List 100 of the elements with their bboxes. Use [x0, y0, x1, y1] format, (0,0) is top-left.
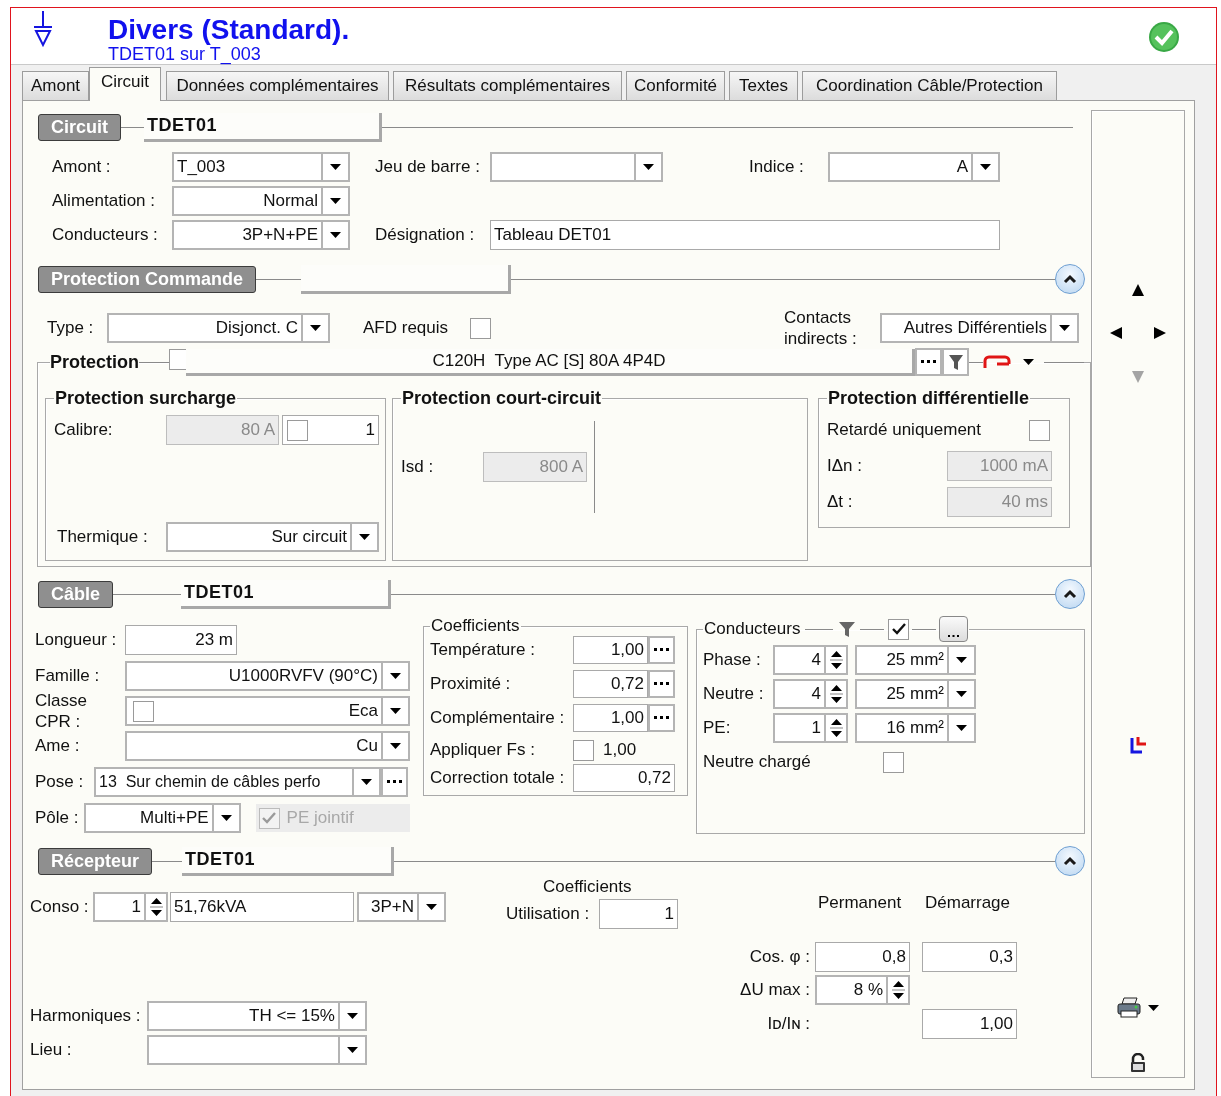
spinner-field[interactable]: 4: [773, 679, 848, 709]
caret-icon: [980, 164, 991, 170]
caret-icon: [1148, 1005, 1159, 1011]
collapse-button[interactable]: [1055, 846, 1085, 876]
field-label: Amont :: [52, 157, 112, 177]
collapse-button[interactable]: [1055, 264, 1085, 294]
field-label: Ame :: [35, 736, 81, 756]
section-name: TDET01: [181, 579, 392, 609]
field-label: Pose :: [35, 772, 85, 792]
dropdown[interactable]: U1000RVFV (90°C): [125, 661, 410, 691]
field-label: Lieu :: [30, 1040, 73, 1060]
ground-symbol-icon: [33, 11, 53, 47]
caret-icon: [390, 743, 401, 749]
field-label: Type :: [47, 318, 95, 338]
tab[interactable]: Circuit: [89, 67, 161, 101]
checkbox[interactable]: [888, 618, 910, 640]
group-title: Conducteurs: [704, 619, 801, 639]
tab[interactable]: Textes: [729, 71, 798, 100]
tab[interactable]: Résultats complémentaires: [393, 71, 622, 100]
more-button[interactable]: [648, 636, 675, 664]
dots-icon: [654, 682, 669, 686]
chevron-icon: [1062, 854, 1078, 868]
field-label: Thermique :: [57, 527, 149, 547]
text-field[interactable]: 1,00: [573, 636, 648, 664]
field-label: Contacts indirects :: [784, 307, 858, 349]
caret-icon: [1023, 359, 1034, 365]
section-badge: Protection Commande: [38, 265, 257, 293]
spinner-field[interactable]: 4: [773, 645, 848, 675]
caret-icon: [643, 164, 654, 170]
field-value: 1,00: [603, 740, 637, 760]
text-field[interactable]: 0,72: [573, 764, 675, 792]
field-label: Indice :: [749, 157, 805, 177]
field-label: Désignation :: [375, 225, 476, 245]
dropdown[interactable]: 16 mm²: [855, 713, 976, 743]
tab[interactable]: Coordination Câble/Protection: [802, 71, 1057, 100]
dropdown[interactable]: 3P+N: [357, 892, 446, 922]
field-label: ΔU max :: [739, 980, 810, 1000]
more-button[interactable]: [648, 670, 675, 698]
spinner-field[interactable]: 8 %: [815, 975, 910, 1005]
dropdown[interactable]: 25 mm²: [855, 645, 976, 675]
section-badge: Circuit: [38, 113, 121, 141]
up-arrow-icon[interactable]: [1132, 284, 1144, 296]
text-field[interactable]: 51,76kVA: [170, 892, 354, 922]
more-button[interactable]: [915, 348, 942, 376]
dropdown[interactable]: A: [828, 152, 1000, 182]
collapse-button[interactable]: [1055, 579, 1085, 609]
chevron-icon: [1062, 587, 1078, 601]
field-label: Conducteurs :: [52, 225, 159, 245]
dropdown[interactable]: Sur circuit: [166, 522, 379, 552]
spinner-field[interactable]: 1: [93, 892, 168, 922]
tab[interactable]: Conformité: [626, 71, 725, 100]
text-field[interactable]: 0,72: [573, 670, 648, 698]
dropdown[interactable]: Autres Différentiels: [880, 313, 1079, 343]
text-field[interactable]: 0,8: [815, 942, 910, 972]
lock-icon[interactable]: [1130, 1053, 1146, 1073]
dropdown[interactable]: TH <= 15%: [147, 1001, 367, 1031]
check-icon: [262, 812, 277, 824]
dropdown[interactable]: Cu: [125, 731, 410, 761]
dropdown[interactable]: T_003: [172, 152, 350, 182]
field-label: Harmoniques :: [30, 1006, 142, 1026]
checkbox[interactable]: [883, 751, 904, 773]
checkbox[interactable]: [470, 317, 491, 339]
dots-icon: [654, 648, 669, 652]
tab[interactable]: Amont: [22, 71, 89, 100]
checkbox[interactable]: [573, 739, 594, 761]
caret-icon: [347, 1013, 358, 1019]
tab[interactable]: Données complémentaires: [166, 71, 389, 100]
text-field[interactable]: 1: [599, 899, 678, 929]
link-icon: [983, 355, 1011, 369]
more-button[interactable]: [648, 704, 675, 732]
dots-icon: [654, 716, 669, 720]
field-label: Cos. φ :: [748, 947, 810, 967]
left-arrow-icon[interactable]: [1110, 327, 1122, 339]
checkbox[interactable]: [1029, 419, 1050, 441]
text-field[interactable]: 1: [282, 415, 379, 445]
dropdown[interactable]: Normal: [172, 186, 350, 216]
text-field[interactable]: 0,3: [922, 942, 1017, 972]
dropdown[interactable]: Multi+PE: [83, 803, 241, 833]
field-label: Calibre:: [54, 420, 114, 440]
window-subtitle: TDET01 sur T_003: [108, 45, 261, 63]
dropdown[interactable]: 25 mm²: [855, 679, 976, 709]
more-button[interactable]: [381, 767, 408, 797]
dropdown[interactable]: Eca: [125, 696, 410, 726]
checkbox[interactable]: [287, 419, 308, 441]
text-field[interactable]: Tableau DET01: [490, 220, 1000, 250]
device-name: C120H Type AC [S] 80A 4P4D: [186, 348, 915, 376]
right-arrow-icon[interactable]: [1154, 327, 1166, 339]
text-field[interactable]: 1,00: [922, 1009, 1017, 1039]
caret-icon: [330, 198, 341, 204]
spin-arrows-icon: [149, 896, 163, 918]
dropdown[interactable]: Disjonct. C: [107, 313, 330, 343]
text-field[interactable]: 1,00: [573, 704, 648, 732]
dropdown[interactable]: 3P+N+PE: [172, 220, 350, 250]
printer-icon[interactable]: [1117, 997, 1143, 1019]
dropdown[interactable]: 13 Sur chemin de câbles perfo: [94, 767, 381, 797]
checkbox[interactable]: [133, 700, 154, 722]
filter-button[interactable]: [942, 348, 969, 376]
spin-arrows-icon: [829, 717, 843, 739]
text-field[interactable]: 23 m: [125, 625, 237, 655]
spinner-field[interactable]: 1: [773, 713, 848, 743]
